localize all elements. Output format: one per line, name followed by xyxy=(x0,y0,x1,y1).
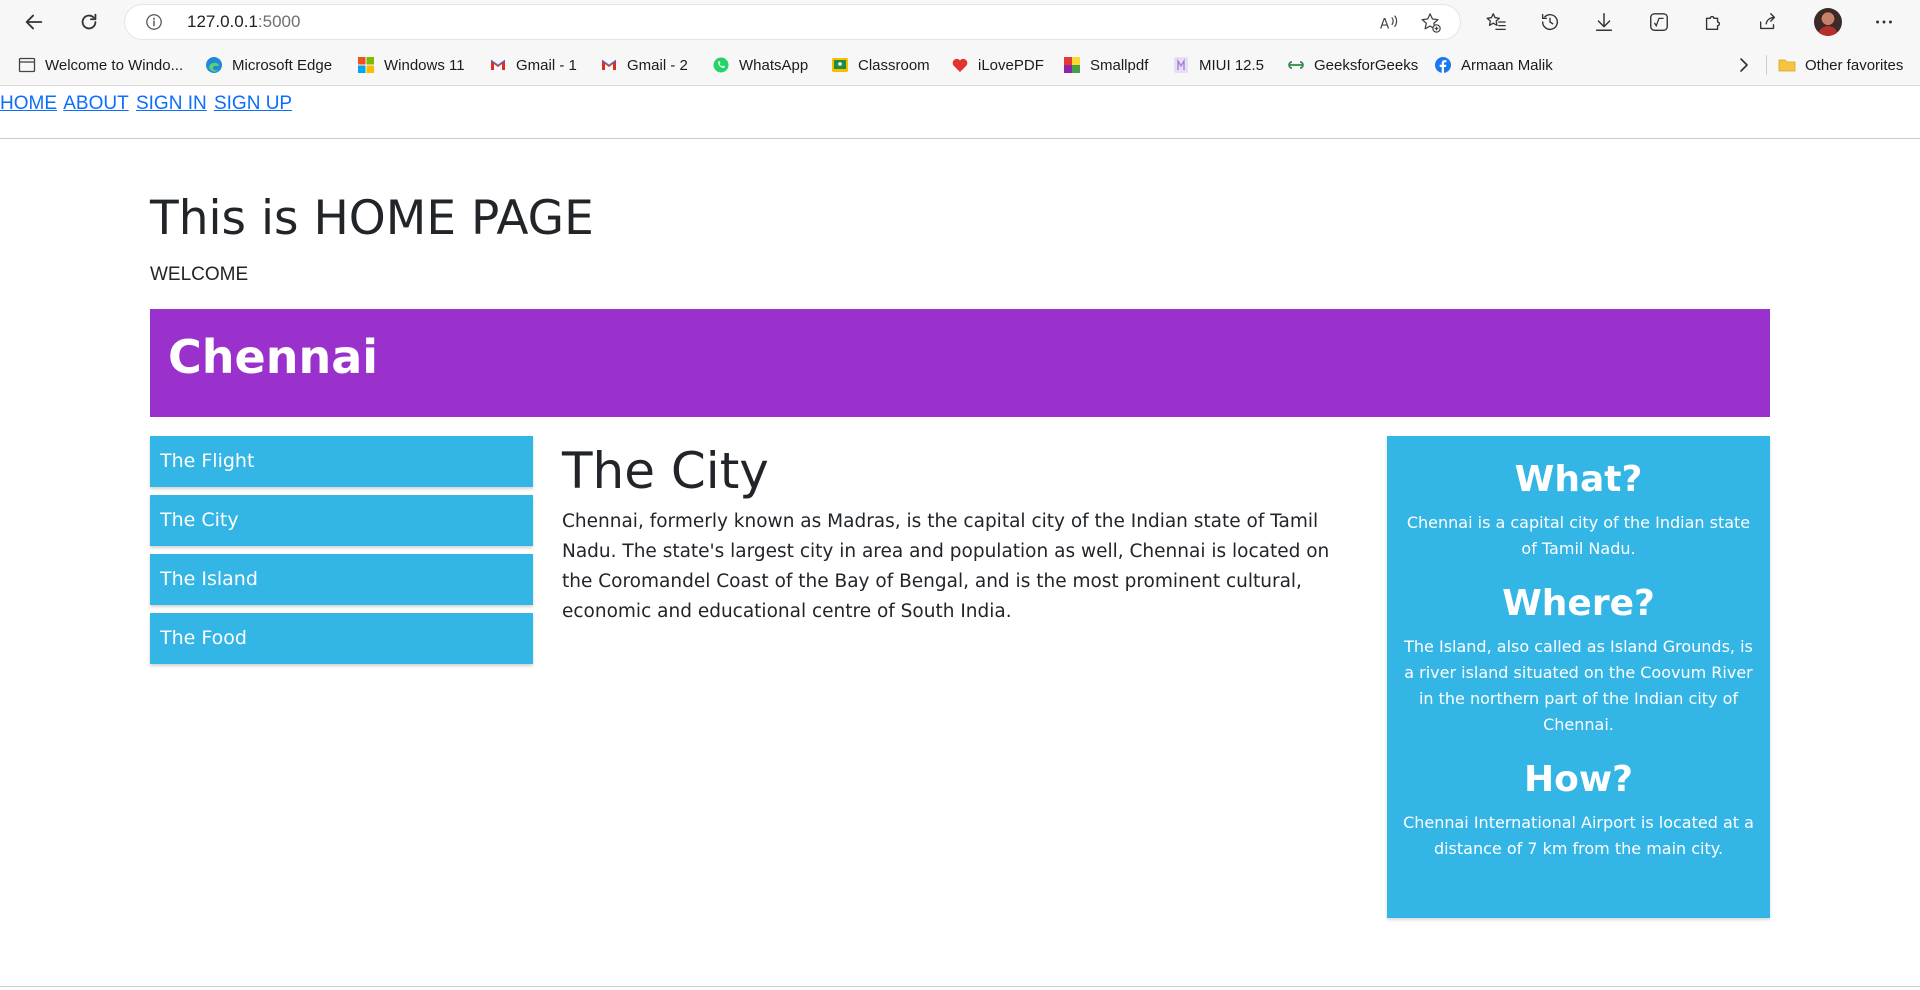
where-heading: Where? xyxy=(1502,583,1655,624)
welcome-text: WELCOME xyxy=(150,264,249,285)
site-info-icon[interactable] xyxy=(145,13,163,31)
address-bar[interactable]: 127.0.0.1:5000 A xyxy=(125,5,1460,39)
sidebar-item-flight[interactable]: The Flight xyxy=(150,436,533,487)
back-icon[interactable] xyxy=(20,8,48,36)
url-text[interactable]: 127.0.0.1:5000 xyxy=(187,12,300,32)
url-port: :5000 xyxy=(257,12,301,31)
nav-link-home[interactable]: HOME xyxy=(0,93,57,114)
bookmark-label: Microsoft Edge xyxy=(232,56,333,74)
classroom-icon xyxy=(832,58,848,72)
page-title: This is HOME PAGE xyxy=(150,191,594,246)
bookmark-label: Classroom xyxy=(858,56,930,74)
bottom-divider xyxy=(0,986,1920,987)
edge-icon xyxy=(206,57,222,73)
bookmark-label: Other favorites xyxy=(1805,56,1904,74)
what-heading: What? xyxy=(1514,459,1643,500)
where-text: The Island, also called as Island Ground… xyxy=(1404,637,1753,734)
read-aloud-icon[interactable]: A xyxy=(1378,12,1400,34)
bookmark-label: Gmail - 2 xyxy=(627,56,688,74)
math-solver-icon[interactable] xyxy=(1645,8,1673,36)
bookmark-label: Windows 11 xyxy=(384,56,465,74)
bookmark-windows-11[interactable]: Windows 11 xyxy=(357,53,465,77)
bookmark-label: GeeksforGeeks xyxy=(1314,56,1419,74)
bookmark-gmail-2[interactable]: Gmail - 2 xyxy=(600,53,688,77)
how-text: Chennai International Airport is located… xyxy=(1403,813,1754,858)
sidebar-item-city[interactable]: The City xyxy=(150,495,533,546)
bookmarks-bar: Welcome to Windo... Microsoft Edge Windo… xyxy=(0,44,1920,86)
add-favorite-icon[interactable] xyxy=(1420,12,1442,34)
bookmark-label: MIUI 12.5 xyxy=(1199,56,1265,74)
bookmark-classroom[interactable]: Classroom xyxy=(831,53,930,77)
main-paragraph: Chennai, formerly known as Madras, is th… xyxy=(562,511,1330,622)
web-page: HOME ABOUT SIGN IN SIGN UP This is HOME … xyxy=(0,87,1920,990)
refresh-icon[interactable] xyxy=(75,8,103,36)
sidebar-item-food[interactable]: The Food xyxy=(150,613,533,664)
main-heading: The City xyxy=(562,442,769,500)
svg-text:A: A xyxy=(1380,17,1390,33)
share-icon[interactable] xyxy=(1754,8,1782,36)
nav-link-sign-in[interactable]: SIGN IN xyxy=(136,93,207,114)
sidebar-item-island[interactable]: The Island xyxy=(150,554,533,605)
favorites-icon[interactable] xyxy=(1482,8,1510,36)
bookmark-label: Armaan Malik xyxy=(1461,56,1553,74)
info-panel: What? Chennai is a capital city of the I… xyxy=(1387,436,1770,918)
bookmarks-overflow-chevron-icon[interactable] xyxy=(1735,53,1753,77)
bookmark-welcome[interactable]: Welcome to Windo... xyxy=(18,53,183,77)
bookmark-label: Welcome to Windo... xyxy=(45,56,184,74)
bookmark-label: Smallpdf xyxy=(1090,56,1149,74)
gmail-icon xyxy=(601,59,617,70)
bookmark-microsoft-edge[interactable]: Microsoft Edge xyxy=(205,53,332,77)
nav-link-sign-up[interactable]: SIGN UP xyxy=(214,93,292,114)
nav-divider xyxy=(0,138,1920,139)
sidebar: The Flight The City The Island The Food xyxy=(150,436,533,672)
downloads-icon[interactable] xyxy=(1590,8,1618,36)
extensions-icon[interactable] xyxy=(1699,8,1727,36)
profile-avatar[interactable] xyxy=(1814,8,1842,36)
geeksforgeeks-icon xyxy=(1288,61,1304,69)
bookmark-label: iLovePDF xyxy=(978,56,1044,74)
bookmark-label: WhatsApp xyxy=(739,56,809,74)
bookmark-miui[interactable]: MIUI 12.5 xyxy=(1172,53,1264,77)
bookmark-whatsapp[interactable]: WhatsApp xyxy=(712,53,808,77)
whatsapp-icon xyxy=(713,57,729,73)
bookmark-ilovepdf[interactable]: iLovePDF xyxy=(951,53,1044,77)
what-text: Chennai is a capital city of the Indian … xyxy=(1406,513,1751,558)
history-icon[interactable] xyxy=(1536,8,1564,36)
facebook-icon xyxy=(1435,57,1451,73)
banner-title: Chennai xyxy=(168,330,379,384)
miui-icon xyxy=(1174,57,1188,73)
bookmarks-divider xyxy=(1766,55,1767,75)
bookmark-gmail-1[interactable]: Gmail - 1 xyxy=(489,53,577,77)
nav-link-about[interactable]: ABOUT xyxy=(63,93,128,114)
main-content: The City Chennai, formerly known as Madr… xyxy=(562,436,1342,627)
gmail-icon xyxy=(490,59,506,70)
how-heading: How? xyxy=(1523,759,1633,800)
url-host: 127.0.0.1 xyxy=(187,12,258,31)
top-navigation: HOME ABOUT SIGN IN SIGN UP xyxy=(0,93,294,121)
browser-toolbar: 127.0.0.1:5000 A xyxy=(0,0,1920,44)
bookmark-other-favorites[interactable]: Other favorites xyxy=(1778,53,1903,77)
bookmark-armaan-malik[interactable]: Armaan Malik xyxy=(1434,53,1553,77)
bookmark-geeksforgeeks[interactable]: GeeksforGeeks xyxy=(1287,53,1418,77)
bookmark-label: Gmail - 1 xyxy=(516,56,577,74)
windows-icon xyxy=(358,57,374,73)
settings-more-icon[interactable] xyxy=(1870,8,1898,36)
city-banner: Chennai xyxy=(150,309,1770,417)
folder-icon xyxy=(1778,59,1796,72)
smallpdf-icon xyxy=(1064,57,1080,73)
bookmark-smallpdf[interactable]: Smallpdf xyxy=(1063,53,1148,77)
ilovepdf-icon xyxy=(952,58,968,72)
page-icon xyxy=(18,57,36,73)
